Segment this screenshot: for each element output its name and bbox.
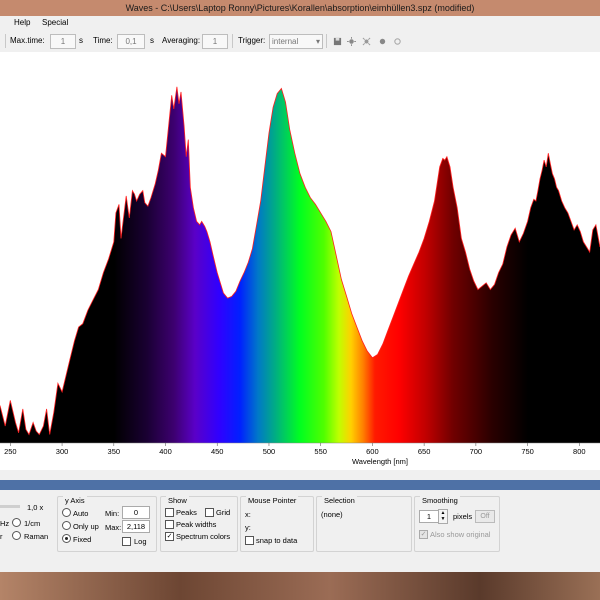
trigger-select[interactable]: internal ▾ [269, 34, 323, 49]
show-peaks-label: Peaks [176, 508, 197, 517]
control-panel: 1,0 x Hz 1/cm r Raman y Axis Auto Only u… [0, 490, 600, 572]
y-min-input[interactable]: 0 [122, 506, 150, 519]
selection-group: Selection (none) [316, 496, 412, 552]
window-title: Waves - C:\Users\Laptop Ronny\Pictures\K… [0, 0, 600, 16]
show-spectrum-colors-checkbox[interactable]: ✓ [165, 532, 174, 541]
save-icon[interactable] [333, 37, 342, 46]
show-grid-label: Grid [216, 508, 231, 517]
y-axis-group: y Axis Auto Only up Fixed Min: 0 Max: 2,… [57, 496, 157, 552]
x-tick-label: 600 [366, 447, 379, 456]
x-tick-label: 400 [159, 447, 172, 456]
snap-to-data-checkbox[interactable] [245, 536, 254, 545]
toolbar-separator [5, 34, 6, 48]
also-show-original-checkbox[interactable]: ✓ [419, 530, 428, 539]
x-tick-label: 450 [211, 447, 224, 456]
record-icon[interactable] [378, 37, 387, 46]
show-title: Show [166, 496, 189, 505]
bright-icon[interactable] [347, 37, 356, 46]
show-peak-widths-checkbox[interactable] [165, 520, 174, 529]
selection-title: Selection [322, 496, 357, 505]
show-grid-checkbox[interactable] [205, 508, 214, 517]
zoom-slider[interactable] [0, 505, 20, 508]
smoothing-input[interactable]: 1 [419, 510, 439, 523]
x-tick-label: 800 [573, 447, 586, 456]
x-tick-label: 750 [521, 447, 534, 456]
spectrum-chart[interactable]: 250 300 350 400 450 500 550 600 650 700 750 800 Wav… [0, 52, 600, 470]
toolbar-separator [326, 34, 327, 48]
y-auto-label: Auto [73, 509, 89, 518]
smoothing-unit: pixels [453, 512, 473, 521]
chevron-down-icon: ▾ [315, 37, 320, 46]
show-spectrum-colors-label: Spectrum colors [176, 532, 231, 541]
toolbar-separator [232, 34, 233, 48]
unit-raman-radio[interactable] [12, 531, 21, 540]
y-max-input[interactable]: 2,118 [122, 520, 150, 533]
x-axis-ticks: 250 300 350 400 450 500 550 600 650 700 750 800 [4, 443, 586, 456]
plot-bottom-spacer [0, 470, 600, 480]
pointer-x-label: x: [245, 510, 251, 519]
show-group: Show Peaks Grid Peak widths ✓ Spectrum c… [160, 496, 238, 552]
menu-bar: Help Special [0, 16, 600, 30]
panel-header-bar [0, 480, 600, 490]
selection-value: (none) [321, 510, 343, 519]
y-min-label: Min: [105, 509, 120, 518]
averaging-input[interactable]: 1 [202, 34, 228, 49]
x-tick-label: 250 [4, 447, 17, 456]
zoom-value: 1,0 x [27, 503, 44, 512]
unit-marker: r [0, 532, 3, 541]
y-only-up-radio[interactable] [62, 521, 71, 530]
max-time-input[interactable]: 1 [50, 34, 76, 49]
averaging-label: Averaging: [162, 36, 201, 45]
stop-icon[interactable] [393, 37, 402, 46]
x-tick-label: 300 [56, 447, 69, 456]
y-max-label: Max: [105, 523, 122, 532]
smoothing-group: Smoothing 1 ▲ ▼ pixels Off ✓ Also show or… [414, 496, 500, 552]
time-unit: s [150, 36, 154, 45]
unit-cm-label: 1/cm [24, 519, 41, 528]
unit-hz-label: Hz [0, 519, 10, 528]
x-tick-label: 550 [314, 447, 327, 456]
toolbar: Max.time: 1 s Time: 0,1 s Averaging: 1 T… [0, 30, 600, 53]
trigger-label: Trigger: [238, 36, 266, 45]
max-time-label: Max.time: [10, 36, 45, 45]
x-axis-label: Wavelength [nm] [352, 457, 408, 466]
y-auto-radio[interactable] [62, 508, 71, 517]
y-fixed-radio[interactable] [62, 534, 71, 543]
spectrum-area [0, 86, 600, 444]
time-input[interactable]: 0,1 [117, 34, 145, 49]
y-fixed-label: Fixed [73, 535, 92, 544]
pointer-y-label: y: [245, 523, 251, 532]
y-only-up-label: Only up [73, 522, 99, 531]
also-show-original-label: Also show original [430, 530, 491, 539]
x-tick-label: 350 [108, 447, 121, 456]
max-time-unit: s [79, 36, 83, 45]
y-axis-title: y Axis [63, 496, 87, 505]
unit-raman-label: Raman [24, 532, 49, 541]
mouse-pointer-group: Mouse Pointer x: y: snap to data [240, 496, 314, 552]
smoothing-off-button[interactable]: Off [475, 510, 495, 523]
y-log-label: Log [134, 537, 147, 546]
x-tick-label: 500 [263, 447, 276, 456]
x-tick-label: 650 [418, 447, 431, 456]
snap-to-data-label: snap to data [256, 536, 298, 545]
mouse-pointer-title: Mouse Pointer [246, 496, 299, 505]
dim-icon[interactable] [362, 37, 371, 46]
unit-cm-radio[interactable] [12, 518, 21, 527]
show-peak-widths-label: Peak widths [176, 520, 217, 529]
smoothing-title: Smoothing [420, 496, 460, 505]
time-label: Time: [93, 36, 113, 45]
show-peaks-checkbox[interactable] [165, 508, 174, 517]
y-log-checkbox[interactable] [122, 537, 131, 546]
smoothing-spinner[interactable]: ▲ ▼ [438, 509, 448, 524]
menu-help[interactable]: Help [14, 16, 30, 30]
menu-special[interactable]: Special [42, 16, 68, 30]
x-tick-label: 700 [470, 447, 483, 456]
trigger-value: internal [272, 37, 299, 46]
spectrum-plot[interactable]: 250 300 350 400 450 500 550 600 650 700 750 800 Wav… [0, 52, 600, 470]
desktop-background [0, 572, 600, 600]
